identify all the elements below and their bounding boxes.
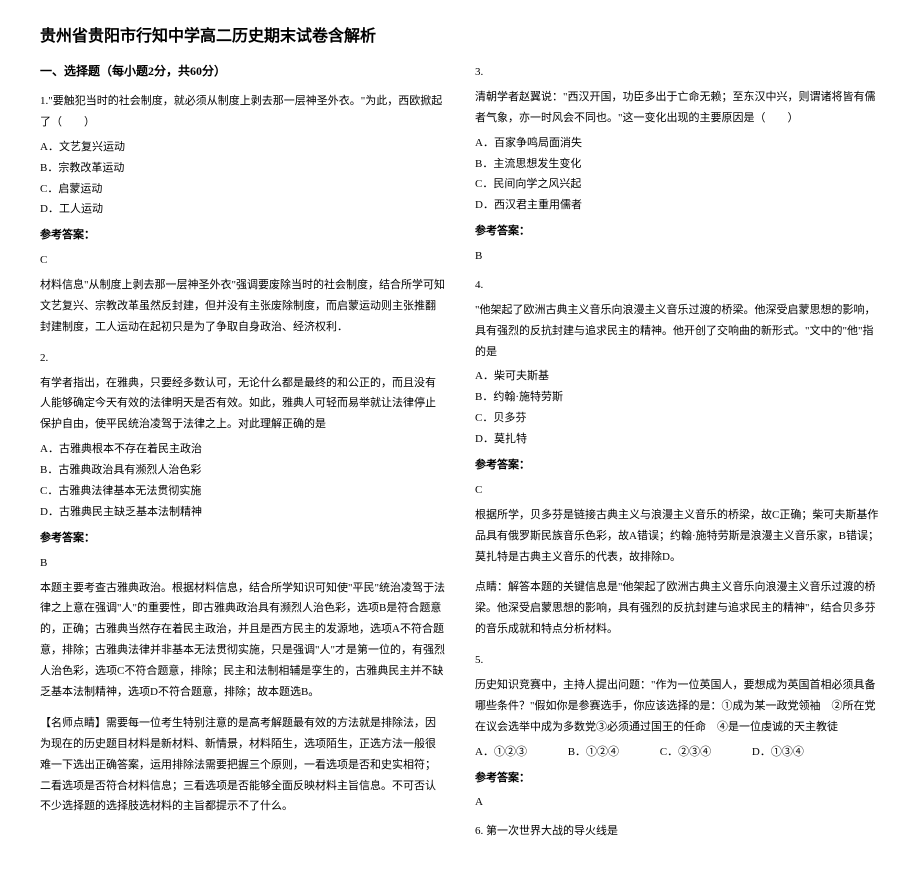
q4-answer: C (475, 480, 880, 501)
question-2: 2. 有学者指出，在雅典，只要经多数认可，无论什么都是最终的和公正的，而且没有人… (40, 348, 445, 818)
q5-number: 5. (475, 650, 880, 671)
q3-option-d: D．西汉君主重用儒者 (475, 195, 880, 216)
q1-answer: C (40, 250, 445, 271)
q2-option-d: D．古雅典民主缺乏基本法制精神 (40, 502, 445, 523)
q1-option-d: D．工人运动 (40, 199, 445, 220)
q5-intro: 历史知识竞赛中，主持人提出问题："作为一位英国人，要想成为英国首相必须具备哪些条… (475, 675, 880, 738)
q2-option-a: A．古雅典根本不存在着民主政治 (40, 439, 445, 460)
question-1: 1."要触犯当时的社会制度，就必须从制度上剥去那一层神圣外衣。"为此，西欧掀起了… (40, 91, 445, 338)
q5-option-b: B．①②④ (568, 742, 619, 763)
q4-explanation-2: 点睛：解答本题的关键信息是"他架起了欧洲古典主义音乐向浪漫主义音乐过渡的桥梁。他… (475, 577, 880, 640)
question-6: 6. 第一次世界大战的导火线是 (475, 821, 880, 842)
q3-answer-label: 参考答案： (475, 222, 880, 242)
q2-option-c: C．古雅典法律基本无法贯彻实施 (40, 481, 445, 502)
q2-answer-label: 参考答案： (40, 529, 445, 549)
q5-answer: A (475, 792, 880, 813)
question-3: 3. 清朝学者赵翼说："西汉开国，功臣多出于亡命无赖；至东汉中兴，则谓诸将皆有儒… (475, 62, 880, 267)
q6-stem: 6. 第一次世界大战的导火线是 (475, 821, 880, 842)
q2-option-b: B．古雅典政治具有濒烈人治色彩 (40, 460, 445, 481)
q5-option-d: D．①③④ (752, 742, 804, 763)
q1-explanation: 材料信息"从制度上剥去那一层神圣外衣"强调要废除当时的社会制度，结合所学可知文艺… (40, 275, 445, 338)
question-5: 5. 历史知识竞赛中，主持人提出问题："作为一位英国人，要想成为英国首相必须具备… (475, 650, 880, 813)
right-column: 3. 清朝学者赵翼说："西汉开国，功臣多出于亡命无赖；至东汉中兴，则谓诸将皆有儒… (475, 62, 880, 850)
q5-options-row: A．①②③ B．①②④ C．②③④ D．①③④ (475, 742, 880, 763)
q4-number: 4. (475, 275, 880, 296)
q5-option-a: A．①②③ (475, 742, 527, 763)
q3-answer: B (475, 246, 880, 267)
question-4: 4. "他架起了欧洲古典主义音乐向浪漫主义音乐过渡的桥梁。他深受启蒙思想的影响，… (475, 275, 880, 640)
two-column-layout: 一、选择题（每小题2分，共60分） 1."要触犯当时的社会制度，就必须从制度上剥… (40, 62, 880, 850)
q3-option-c: C．民间向学之风兴起 (475, 174, 880, 195)
q4-intro: "他架起了欧洲古典主义音乐向浪漫主义音乐过渡的桥梁。他深受启蒙思想的影响，具有强… (475, 300, 880, 363)
q5-option-c: C．②③④ (660, 742, 711, 763)
q2-explanation-1: 本题主要考查古雅典政治。根据材料信息，结合所学知识可知使"平民"统治凌驾于法律之… (40, 578, 445, 703)
q4-option-a: A．柴可夫斯基 (475, 366, 880, 387)
q4-explanation-1: 根据所学，贝多芬是链接古典主义与浪漫主义音乐的桥梁，故C正确；柴可夫斯基作品具有… (475, 505, 880, 568)
page-title: 贵州省贵阳市行知中学高二历史期末试卷含解析 (40, 22, 880, 46)
left-column: 一、选择题（每小题2分，共60分） 1."要触犯当时的社会制度，就必须从制度上剥… (40, 62, 445, 850)
q4-option-c: C．贝多芬 (475, 408, 880, 429)
q1-stem: 1."要触犯当时的社会制度，就必须从制度上剥去那一层神圣外衣。"为此，西欧掀起了… (40, 91, 445, 133)
section-header: 一、选择题（每小题2分，共60分） (40, 62, 445, 79)
q2-number: 2. (40, 348, 445, 369)
q3-number: 3. (475, 62, 880, 83)
q4-option-b: B．约翰·施特劳斯 (475, 387, 880, 408)
q2-explanation-2: 【名师点睛】需要每一位考生特别注意的是高考解题最有效的方法就是排除法，因为现在的… (40, 713, 445, 817)
q4-answer-label: 参考答案： (475, 456, 880, 476)
q1-option-b: B．宗教改革运动 (40, 158, 445, 179)
q4-option-d: D．莫扎特 (475, 429, 880, 450)
q3-option-b: B．主流思想发生变化 (475, 154, 880, 175)
q2-answer: B (40, 553, 445, 574)
q1-option-a: A．文艺复兴运动 (40, 137, 445, 158)
q1-answer-label: 参考答案： (40, 226, 445, 246)
q2-intro: 有学者指出，在雅典，只要经多数认可，无论什么都是最终的和公正的，而且没有人能够确… (40, 373, 445, 436)
q5-answer-label: 参考答案： (475, 769, 880, 789)
q3-intro: 清朝学者赵翼说："西汉开国，功臣多出于亡命无赖；至东汉中兴，则谓诸将皆有儒者气象… (475, 87, 880, 129)
q1-option-c: C．启蒙运动 (40, 179, 445, 200)
q3-option-a: A．百家争鸣局面消失 (475, 133, 880, 154)
